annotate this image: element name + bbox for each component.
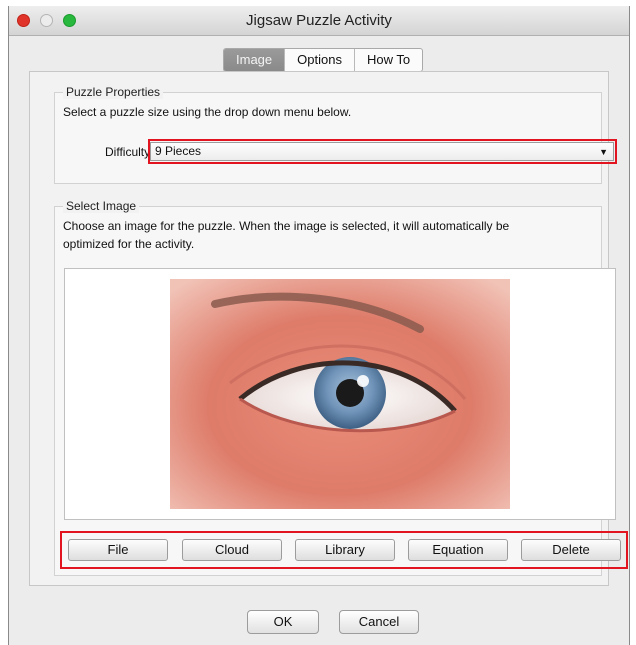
puzzle-properties-description: Select a puzzle size using the drop down… [63,105,352,119]
tab-options[interactable]: Options [285,49,355,71]
tab-image[interactable]: Image [224,49,286,71]
difficulty-label: Difficulty: [105,145,154,159]
screenshot-page: Jigsaw Puzzle Activity Image Options How… [0,0,636,645]
tab-content-panel: Puzzle Properties Select a puzzle size u… [29,71,628,586]
window-title: Jigsaw Puzzle Activity [246,12,392,29]
select-image-description: Choose an image for the puzzle. When the… [63,217,599,253]
select-image-legend: Select Image [63,199,140,213]
tab-bar: Image Options How To [223,48,424,72]
puzzle-properties-group: Puzzle Properties Select a puzzle size u… [54,85,617,184]
jigsaw-dialog-window: Jigsaw Puzzle Activity Image Options How… [8,6,630,645]
cancel-button[interactable]: Cancel [339,610,419,634]
eye-illustration-icon [170,279,510,509]
difficulty-highlight-box [148,139,617,164]
select-image-description-line2: optimized for the activity. [63,237,195,251]
tab-how-to[interactable]: How To [355,49,422,71]
title-bar[interactable]: Jigsaw Puzzle Activity [9,6,629,36]
select-image-description-line1: Choose an image for the puzzle. When the… [63,219,510,233]
ok-button[interactable]: OK [247,610,319,634]
image-preview-area [64,268,616,520]
image-buttons-highlight-box [60,531,628,569]
puzzle-properties-legend: Puzzle Properties [63,85,164,99]
